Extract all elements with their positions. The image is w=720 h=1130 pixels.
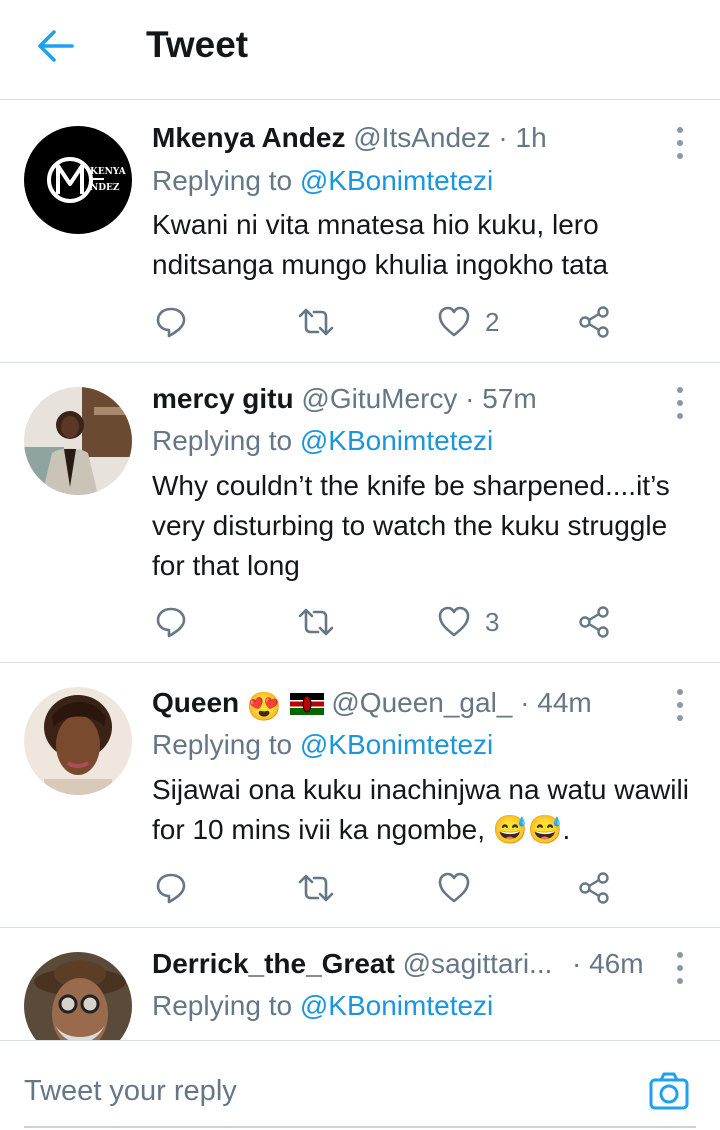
user-handle[interactable]: @sagittari... [403, 948, 553, 979]
tweet-meta: Mkenya Andez @ItsAndez · 1h [152, 122, 547, 154]
reply-icon [156, 607, 186, 638]
reply-button[interactable] [154, 602, 188, 642]
tweet-text: Sijawai ona kuku inachinjwa na watu wawi… [152, 774, 689, 845]
brand-logo-icon: KENYA NDEZ [47, 157, 127, 203]
share-button[interactable] [577, 302, 611, 342]
reply-composer[interactable]: Tweet your reply [0, 1040, 720, 1130]
tweet-time: · 57m [465, 383, 537, 414]
like-count: 3 [485, 606, 500, 637]
tweet-actions: 3 [152, 602, 622, 642]
retweet-icon [298, 308, 334, 336]
user-handle[interactable]: @ItsAndez [353, 122, 490, 153]
tweet-time: · 46m [572, 948, 644, 979]
svg-text:NDEZ: NDEZ [90, 183, 120, 193]
reply-button[interactable] [154, 302, 188, 342]
user-handle[interactable]: @Queen_gal_ [331, 687, 512, 718]
tweet-time: · 44m [520, 687, 592, 718]
emoji-heart-eyes: 😍 [246, 691, 282, 722]
reply-icon [156, 307, 186, 338]
user-name[interactable]: Queen [152, 687, 239, 718]
more-options-icon[interactable] [670, 125, 690, 161]
tweet-meta: Queen 😍 @Queen_gal_ · 44m [152, 687, 592, 723]
tweet-meta: Derrick_the_Great @sagittari... [152, 948, 552, 980]
avatar[interactable] [24, 952, 132, 1040]
reply-handle-link[interactable]: @KBonimtetezi [300, 990, 493, 1021]
reply-input[interactable]: Tweet your reply [24, 1075, 237, 1108]
replying-to: Replying to @KBonimtetezi [152, 729, 494, 760]
reply-handle-link[interactable]: @KBonimtetezi [300, 165, 493, 196]
share-icon [579, 306, 609, 338]
share-icon [579, 606, 609, 638]
like-button[interactable]: 2 [437, 302, 499, 342]
reply-handle-link[interactable]: @KBonimtetezi [300, 425, 493, 456]
top-bar: Tweet [0, 0, 720, 100]
reply-button[interactable] [154, 868, 188, 908]
user-photo [24, 952, 132, 1040]
avatar[interactable]: KENYA NDEZ [24, 126, 132, 234]
retweet-button[interactable] [296, 602, 336, 642]
replying-to: Replying to @KBonimtetezi [152, 990, 494, 1021]
tweet-item[interactable]: Queen 😍 @Queen_gal_ · 44m Replying to @K… [0, 663, 720, 928]
replying-to: Replying to @KBonimtetezi [152, 165, 494, 196]
tweet-actions [152, 868, 622, 908]
retweet-button[interactable] [296, 302, 336, 342]
more-options-icon[interactable] [670, 950, 690, 986]
avatar[interactable] [24, 687, 132, 795]
user-photo [24, 387, 132, 495]
user-name[interactable]: mercy gitu [152, 383, 294, 414]
tweet-meta: mercy gitu @GituMercy · 57m [152, 383, 537, 415]
reply-icon [156, 873, 186, 904]
share-button[interactable] [577, 602, 611, 642]
page-title: Tweet [146, 24, 249, 65]
retweet-button[interactable] [296, 868, 336, 908]
like-button[interactable]: 3 [437, 602, 499, 642]
input-underline [24, 1126, 696, 1128]
tweet-actions: 2 [152, 302, 622, 342]
more-options-icon[interactable] [670, 385, 690, 421]
camera-icon[interactable] [648, 1071, 690, 1111]
arrow-left-icon[interactable] [36, 28, 76, 64]
share-icon [579, 872, 609, 904]
replying-to: Replying to @KBonimtetezi [152, 425, 494, 456]
avatar[interactable] [24, 387, 132, 495]
heart-icon [438, 606, 470, 637]
tweet-text: Kwani ni vita mnatesa hio kuku, lero ndi… [152, 209, 609, 280]
kenya-flag-icon [289, 693, 324, 715]
retweet-icon [298, 608, 334, 636]
tweet-time: · 1h [498, 122, 547, 153]
retweet-icon [298, 874, 334, 902]
tweet-item[interactable]: mercy gitu @GituMercy · 57m Replying to … [0, 363, 720, 663]
like-count: 2 [485, 306, 500, 337]
reply-handle-link[interactable]: @KBonimtetezi [300, 729, 493, 760]
share-button[interactable] [577, 868, 611, 908]
user-name[interactable]: Derrick_the_Great [152, 948, 395, 979]
user-photo [24, 687, 132, 795]
user-name[interactable]: Mkenya Andez [152, 122, 345, 153]
like-button[interactable] [437, 868, 485, 908]
heart-icon [438, 872, 470, 903]
user-handle[interactable]: @GituMercy [301, 383, 457, 414]
tweet-item[interactable]: Derrick_the_Great @sagittari... · 46m Re… [0, 928, 720, 1040]
heart-icon [438, 306, 470, 337]
tweet-item[interactable]: KENYA NDEZ Mkenya Andez @ItsAndez · 1h R… [0, 101, 720, 363]
svg-text:KENYA: KENYA [90, 167, 127, 177]
more-options-icon[interactable] [670, 687, 690, 723]
tweet-text: Why couldn’t the knife be sharpened....i… [152, 470, 670, 581]
